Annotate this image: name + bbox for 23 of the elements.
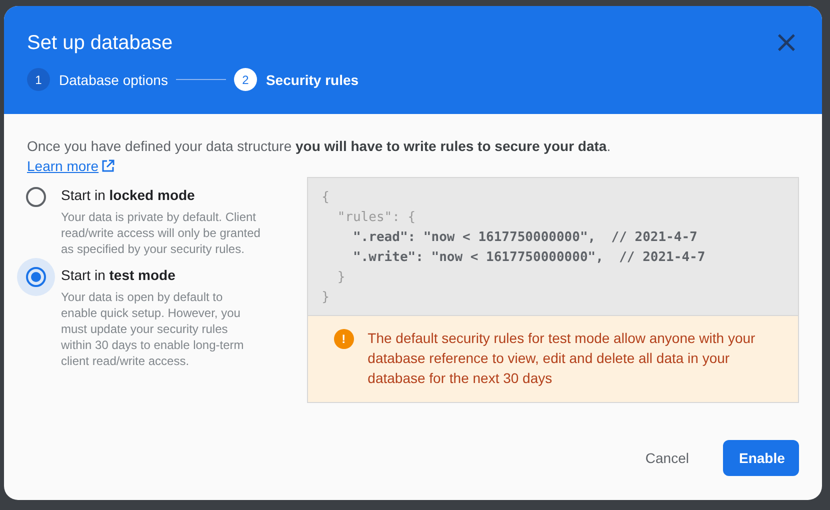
- code-line: }: [322, 289, 330, 307]
- external-link-icon: [100, 159, 115, 173]
- step-tab[interactable]: 2 Security rules: [234, 68, 359, 91]
- option-description: Your data is private by default. Client read/write access will only be granted as specified by your security rules.: [61, 209, 262, 257]
- step-tab[interactable]: 1 Database options: [27, 68, 168, 91]
- enable-button[interactable]: Enable: [723, 440, 799, 476]
- intro-text: Once you have defined your data structure you will have to write rules to secure your data.: [27, 138, 612, 154]
- dialog-title: Set up database: [27, 32, 173, 54]
- warning-icon: !: [334, 329, 354, 349]
- radio-button[interactable]: [26, 187, 46, 207]
- code-line: ".read": "now < 1617750000000", // 2021-4-7: [352, 229, 698, 247]
- option-label: Start in locked mode: [61, 187, 196, 203]
- cancel-button[interactable]: Cancel: [629, 440, 705, 476]
- learn-more-link[interactable]: Learn more: [27, 158, 99, 174]
- code-line: ".write": "now < 1617750000000", // 2021-4-7: [352, 249, 706, 267]
- close-button[interactable]: ×: [772, 30, 801, 56]
- radio-button[interactable]: [26, 267, 46, 287]
- option-description: Your data is open by default to enable quick setup. However, you must update your security rules within 30 days to enable long-term client read/write access.: [61, 289, 245, 369]
- code-line: }: [336, 269, 346, 287]
- code-line: "rules": {: [336, 209, 417, 227]
- option-label: Start in test mode: [61, 267, 176, 283]
- code-line: {: [322, 189, 330, 207]
- warning-text: The default security rules for test mode allow anyone with your database reference to view, edit and delete all data in your database for the next 30 days: [368, 329, 756, 388]
